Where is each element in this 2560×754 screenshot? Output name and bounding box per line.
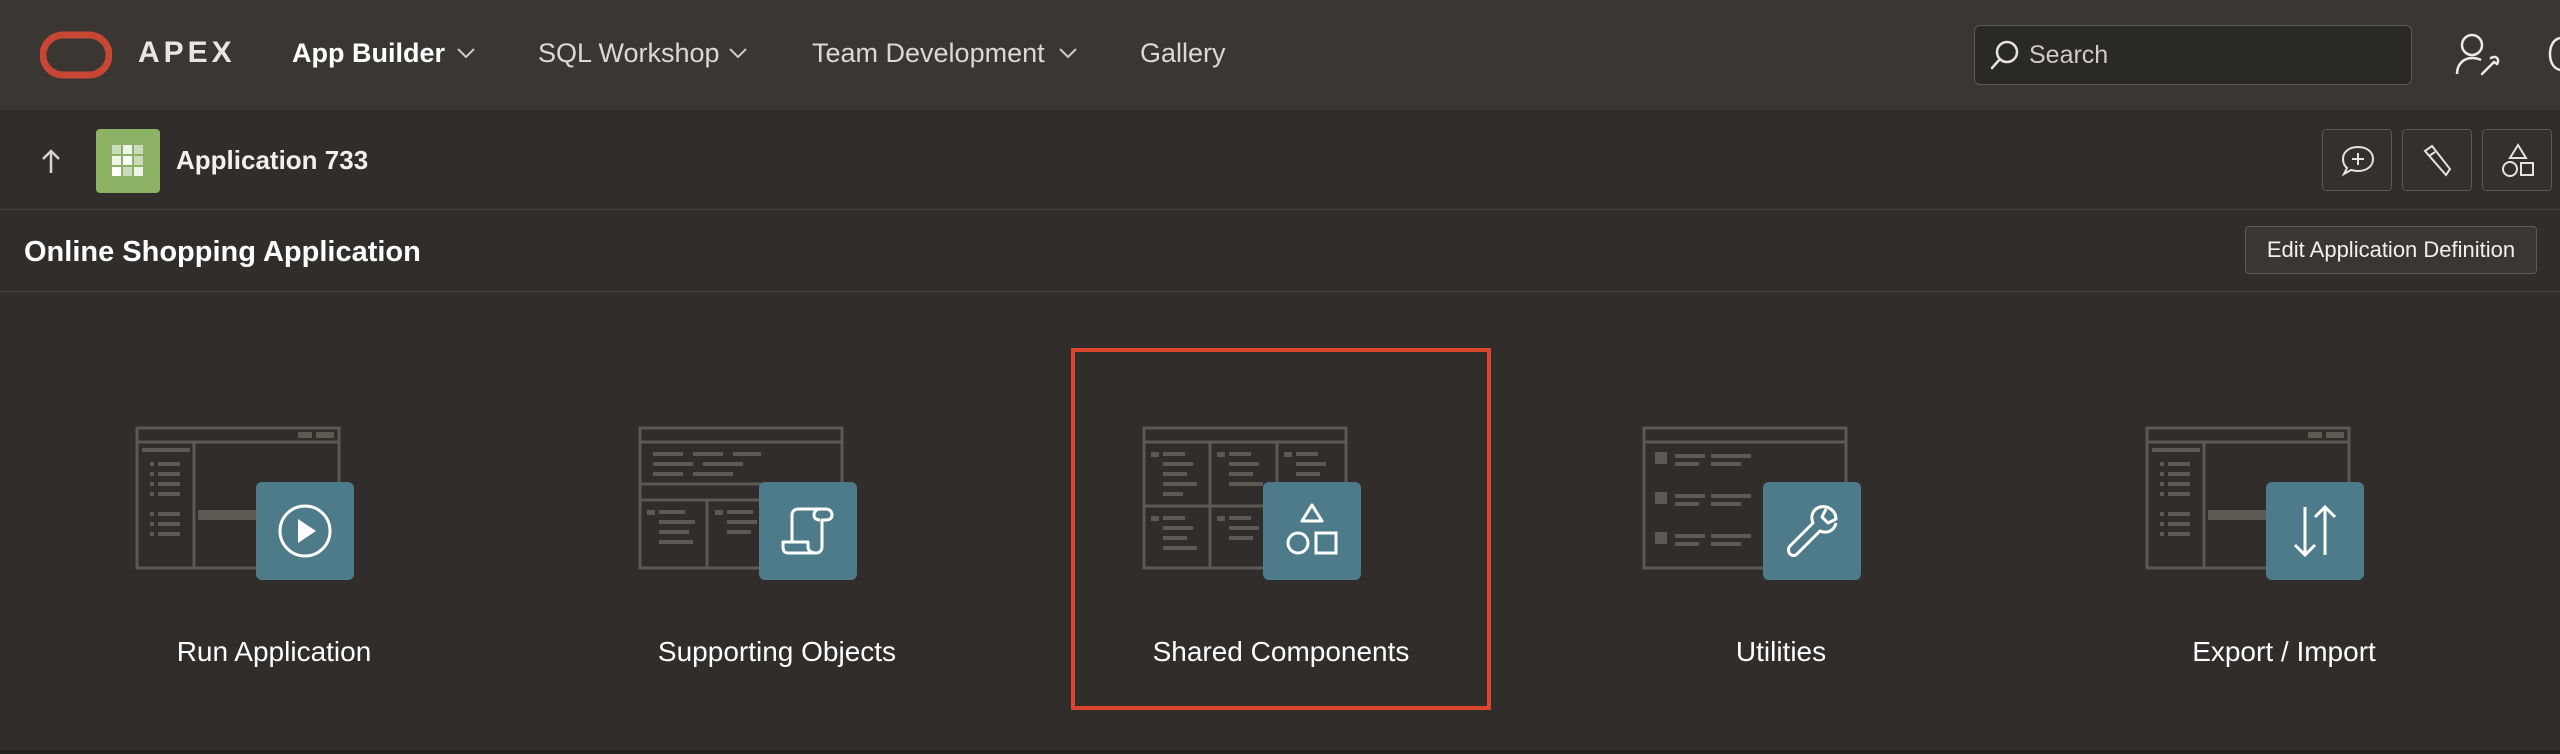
tile-utilities[interactable]: Utilities	[1571, 348, 1991, 710]
run-application-illustration	[130, 418, 356, 584]
application-title[interactable]: Application 733	[176, 145, 368, 176]
nav-team-development[interactable]: Team Development	[812, 38, 1045, 69]
application-grid-icon[interactable]	[96, 129, 160, 193]
tile-label: Export / Import	[2192, 636, 2376, 667]
user-settings-icon[interactable]	[2454, 32, 2502, 78]
export-import-badge	[2266, 482, 2364, 580]
nav-app-builder[interactable]: App Builder	[292, 38, 445, 69]
top-navigation-bar: APEX App Builder SQL Workshop Team Devel…	[0, 0, 2560, 111]
tile-label: Supporting Objects	[657, 636, 897, 667]
apex-brand-name[interactable]: APEX	[138, 36, 236, 70]
up-down-arrows-icon	[2293, 504, 2337, 558]
utilities-icon	[2423, 144, 2452, 177]
page-title: Online Shopping Application	[24, 236, 421, 268]
shared-components-icon	[2502, 143, 2534, 177]
shared-components-button[interactable]	[2482, 129, 2552, 191]
tile-export-import[interactable]: Export / Import	[2074, 348, 2494, 710]
scroll-icon	[781, 507, 834, 555]
wrench-icon	[1787, 505, 1838, 557]
utilities-button[interactable]	[2402, 129, 2472, 191]
tile-label: Run Application	[176, 636, 372, 667]
tile-supporting-objects[interactable]: Supporting Objects	[567, 348, 987, 710]
supporting-objects-illustration	[633, 418, 859, 584]
search-placeholder: Search	[2029, 41, 2109, 69]
chevron-down-icon[interactable]	[456, 46, 476, 60]
utilities-badge	[1763, 482, 1861, 580]
shared-components-badge	[1263, 482, 1361, 580]
page-header: Online Shopping Application Edit Applica…	[0, 210, 2560, 292]
search-icon	[1990, 40, 2019, 70]
feedback-icon	[2341, 145, 2375, 177]
chevron-down-icon[interactable]	[1058, 46, 1078, 60]
chevron-down-icon[interactable]	[728, 46, 748, 60]
utilities-illustration	[1637, 418, 1863, 584]
page-bottom-divider	[0, 750, 2560, 754]
run-application-badge	[256, 482, 354, 580]
search-field[interactable]: Search	[1974, 25, 2412, 85]
oracle-logo-icon[interactable]	[39, 30, 113, 80]
shapes-icon	[1286, 503, 1338, 555]
export-import-illustration	[2140, 418, 2366, 584]
shared-components-illustration	[1137, 418, 1363, 584]
nav-sql-workshop[interactable]: SQL Workshop	[538, 38, 720, 69]
nav-gallery[interactable]: Gallery	[1140, 38, 1226, 69]
feedback-button[interactable]	[2322, 129, 2392, 191]
tile-label: Utilities	[1735, 636, 1827, 667]
supporting-objects-badge	[759, 482, 857, 580]
tile-run-application[interactable]: Run Application	[64, 348, 484, 710]
tile-label: Shared Components	[1152, 636, 1410, 667]
application-bar: Application 733	[0, 111, 2560, 210]
overflow-icon[interactable]	[2548, 34, 2560, 74]
tile-shared-components[interactable]: Shared Components	[1071, 348, 1491, 710]
up-arrow-icon[interactable]	[36, 147, 66, 177]
play-icon	[278, 504, 332, 558]
edit-application-definition-button[interactable]: Edit Application Definition	[2245, 226, 2537, 274]
